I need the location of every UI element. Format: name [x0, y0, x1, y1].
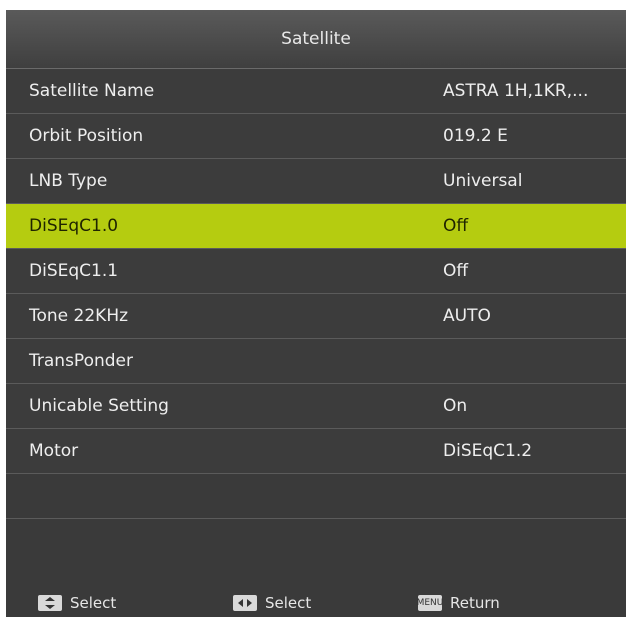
menu-value: Off: [443, 261, 469, 281]
menu-row-transponder[interactable]: TransPonder: [6, 339, 626, 384]
left-right-arrows-icon: [233, 595, 257, 611]
settings-menu: Satellite Name ASTRA 1H,1KR,... Orbit Po…: [6, 69, 626, 519]
menu-value: AUTO: [443, 306, 491, 326]
menu-label: Tone 22KHz: [29, 306, 129, 326]
menu-value: On: [443, 396, 468, 416]
menu-value: ASTRA 1H,1KR,...: [443, 81, 589, 101]
menu-row-lnb-type[interactable]: LNB Type Universal: [6, 159, 626, 204]
menu-value: DiSEqC1.2: [443, 441, 533, 461]
menu-label: Orbit Position: [29, 126, 144, 146]
menu-label: DiSEqC1.1: [29, 261, 119, 281]
menu-label: Unicable Setting: [29, 396, 169, 416]
menu-value: Off: [443, 216, 469, 236]
menu-key-icon: MENU: [417, 595, 443, 611]
menu-value: 019.2 E: [443, 126, 508, 146]
empty-row: [6, 474, 626, 519]
footer-hint-return: MENU Return: [417, 594, 500, 612]
menu-row-motor[interactable]: Motor DiSEqC1.2: [6, 429, 626, 474]
menu-row-diseqc-1-1[interactable]: DiSEqC1.1 Off: [6, 249, 626, 294]
page-title: Satellite: [6, 10, 626, 69]
menu-row-unicable-setting[interactable]: Unicable Setting On: [6, 384, 626, 429]
menu-label: LNB Type: [29, 171, 108, 191]
menu-label: DiSEqC1.0: [29, 216, 119, 236]
footer-hint-up-down: Select: [38, 594, 116, 612]
menu-label: Satellite Name: [29, 81, 155, 101]
up-down-arrows-icon: [38, 595, 62, 611]
footer-hint-label: Select: [70, 594, 117, 612]
footer-hint-label: Select: [265, 594, 312, 612]
footer-hints: Select Select MENU Return: [6, 535, 626, 617]
menu-row-satellite-name[interactable]: Satellite Name ASTRA 1H,1KR,...: [6, 69, 626, 114]
footer-hint-left-right: Select: [233, 594, 311, 612]
menu-row-diseqc-1-0[interactable]: DiSEqC1.0 Off: [6, 204, 626, 249]
menu-value: Universal: [443, 171, 523, 191]
menu-label: Motor: [29, 441, 79, 461]
menu-label: TransPonder: [29, 351, 133, 371]
menu-row-tone-22khz[interactable]: Tone 22KHz AUTO: [6, 294, 626, 339]
footer-hint-label: Return: [450, 594, 500, 612]
menu-row-orbit-position[interactable]: Orbit Position 019.2 E: [6, 114, 626, 159]
satellite-settings-panel: Satellite Satellite Name ASTRA 1H,1KR,..…: [6, 10, 626, 617]
